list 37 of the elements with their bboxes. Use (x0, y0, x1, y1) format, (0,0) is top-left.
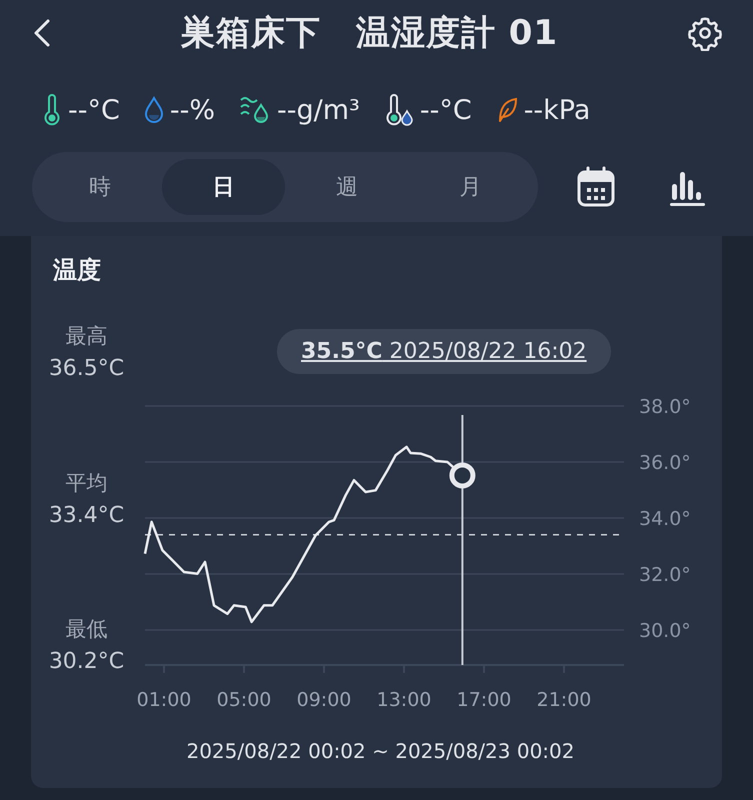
stat-label: 最低 (66, 616, 108, 643)
x-tick-label: 05:00 (216, 689, 272, 711)
metric-value: --% (170, 94, 215, 126)
period-tab[interactable]: 月 (408, 159, 532, 215)
stat-value: 36.5°C (48, 356, 124, 381)
x-tick-label: 13:00 (376, 689, 432, 711)
thermometer-drop-icon (384, 94, 414, 126)
device-title: 巣箱床下 温湿度計 01 (180, 12, 558, 55)
metric-value: --°C (420, 94, 472, 126)
metric-value: --°C (68, 94, 120, 126)
drop-icon (144, 96, 164, 124)
cursor-marker[interactable] (449, 462, 476, 488)
y-tick-label: 38.0° (639, 397, 691, 418)
stat-label: 平均 (66, 470, 108, 496)
wave-drop-icon (238, 95, 271, 125)
stat-label: 最高 (66, 323, 108, 350)
y-tick-label: 36.0° (639, 452, 691, 474)
period-tab[interactable]: 週 (285, 159, 408, 215)
date-range: 2025/08/22 00:02 ~ 2025/08/23 00:02 (185, 739, 576, 763)
x-tick-label: 17:00 (456, 689, 512, 711)
chart-tooltip: 35.5°C 2025/08/22 16:02 (277, 329, 611, 374)
settings-button[interactable] (687, 15, 723, 51)
x-tick-label: 09:00 (296, 689, 352, 711)
stat-value: 33.4°C (48, 502, 124, 528)
metric-value: --g/m³ (276, 94, 360, 126)
period-tab[interactable]: 日 (162, 159, 285, 215)
stat-value: 30.2°C (48, 649, 124, 674)
y-tick-label: 30.0° (639, 620, 691, 642)
card-title: 温度 (53, 255, 102, 286)
thermometer-icon (42, 94, 62, 126)
period-tab[interactable]: 時 (38, 159, 162, 215)
calendar-button[interactable] (576, 166, 616, 208)
y-tick-label: 32.0° (639, 564, 691, 586)
y-tick-label: 34.0° (639, 508, 691, 530)
x-tick-label: 01:00 (136, 689, 192, 711)
metric-value: --kPa (524, 94, 590, 126)
x-tick-label: 21:00 (536, 689, 592, 711)
